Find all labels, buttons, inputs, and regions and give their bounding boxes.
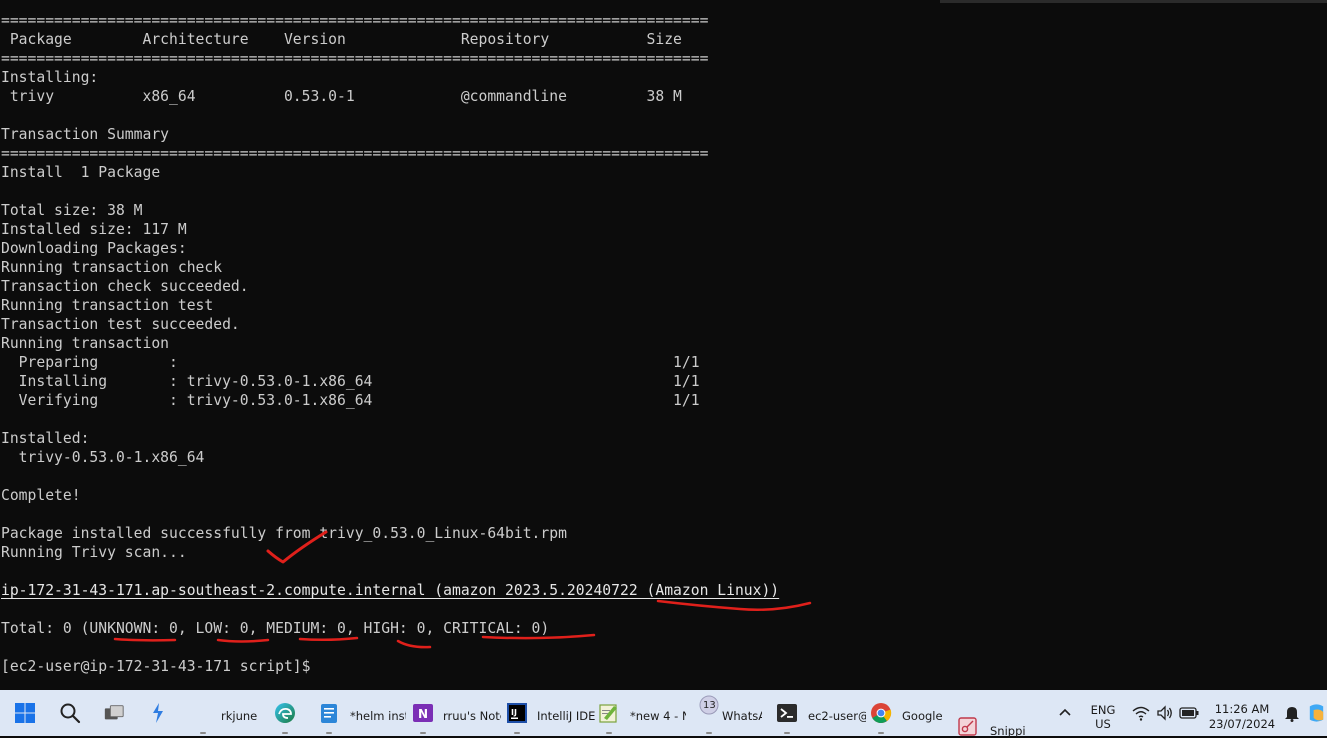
running-indicator <box>420 732 426 734</box>
running-indicator <box>606 732 612 734</box>
taskbar-app-whatsapp[interactable]: 13 WhatsA <box>692 690 764 736</box>
terminal-line: Verifying : trivy-0.53.0-1.x86_64 1/1 <box>1 392 700 409</box>
terminal-line: Package installed successfully from triv… <box>1 525 567 542</box>
bell-icon[interactable] <box>1281 702 1303 724</box>
terminal-line: Installing: <box>1 69 99 86</box>
annotation-hostname-underline <box>656 599 812 611</box>
terminal-line: Installed size: 117 M <box>1 221 187 238</box>
svg-text:IJ: IJ <box>511 708 517 717</box>
terminal-line: Running Trivy scan... <box>1 544 187 561</box>
taskbar-label: *helm insta <box>350 709 406 723</box>
copilot-icon[interactable] <box>147 702 169 724</box>
taskbar-label: rkjune <box>221 709 257 723</box>
language-indicator[interactable]: ENG US <box>1090 703 1116 731</box>
terminal-line: Total: 0 (UNKNOWN: 0, LOW: 0, MEDIUM: 0,… <box>1 620 550 637</box>
chrome-icon <box>870 702 892 724</box>
taskbar-label: rruu's Note <box>443 709 501 723</box>
annotation-high-underline <box>396 639 432 649</box>
clock[interactable]: 11:26 AM 23/07/2024 <box>1206 702 1278 732</box>
running-indicator <box>326 732 332 734</box>
taskbar-app-onenote[interactable]: N rruu's Note <box>410 690 502 736</box>
notepad-icon <box>318 702 340 724</box>
terminal-line: Transaction test succeeded. <box>1 316 240 333</box>
terminal-line: Package Architecture Version Repository … <box>1 31 682 48</box>
terminal-line: Installing : trivy-0.53.0-1.x86_64 1/1 <box>1 373 700 390</box>
badge-count: 13 <box>703 700 716 711</box>
running-indicator <box>282 732 288 734</box>
taskbar-app-notepadpp[interactable]: *new 4 - N <box>598 690 690 736</box>
annotation-medium-underline <box>298 636 359 642</box>
terminal-line: ========================================… <box>1 145 709 162</box>
date: 23/07/2024 <box>1208 717 1276 731</box>
terminal-line: Transaction check succeeded. <box>1 278 249 295</box>
taskbar-app-snipping-tool[interactable]: Snippi <box>955 690 1030 738</box>
taskbar: rkjune *helm insta <box>0 690 1327 738</box>
taskbar-app-chrome[interactable]: Google ( <box>868 690 948 736</box>
taskbar-label: IntelliJ IDE. <box>537 709 595 723</box>
terminal-line: Running transaction <box>1 335 170 352</box>
taskbar-label: WhatsA <box>722 709 762 723</box>
terminal-line: Running transaction check <box>1 259 223 276</box>
annotation-unknown-underline <box>113 637 177 642</box>
taskbar-label: Google ( <box>902 709 947 723</box>
terminal-line: Transaction Summary <box>1 126 170 143</box>
running-indicator <box>200 732 206 734</box>
snipping-tool-icon <box>957 716 979 738</box>
intellij-icon: IJ <box>506 702 528 724</box>
lang-bottom: US <box>1095 717 1111 731</box>
notepadpp-icon <box>598 702 620 724</box>
terminal-window[interactable]: ========================================… <box>0 0 1327 690</box>
running-indicator <box>706 732 712 734</box>
taskbar-app-intellij[interactable]: IJ IntelliJ IDE. <box>504 690 596 736</box>
running-indicator <box>514 732 520 734</box>
taskbar-label: ec2-user@ <box>808 709 866 723</box>
running-indicator <box>878 732 884 734</box>
lang-top: ENG <box>1090 703 1116 717</box>
copilot-app-icon[interactable] <box>1306 702 1327 724</box>
wifi-icon[interactable] <box>1130 702 1152 724</box>
running-indicator <box>784 732 790 734</box>
svg-text:N: N <box>418 707 428 721</box>
shell-prompt: [ec2-user@ip-172-31-43-171 script]$ <box>1 658 320 675</box>
volume-icon[interactable] <box>1154 702 1176 724</box>
terminal-line: Running transaction test <box>1 297 214 314</box>
terminal-line: Downloading Packages: <box>1 240 187 257</box>
time: 11:26 AM <box>1214 702 1270 716</box>
terminal-line: Complete! <box>1 487 81 504</box>
terminal-line: Install 1 Package <box>1 164 161 181</box>
terminal-line: ========================================… <box>1 50 709 67</box>
terminal-icon <box>776 702 798 724</box>
annotation-low-underline <box>216 638 270 643</box>
taskbar-app-terminal[interactable]: ec2-user@ <box>774 690 866 736</box>
edge-icon <box>274 702 296 724</box>
onenote-icon: N <box>412 702 434 724</box>
terminal-line: Total size: 38 M <box>1 202 143 219</box>
terminal-line: ========================================… <box>1 12 709 29</box>
terminal-line: trivy-0.53.0-1.x86_64 <box>1 449 205 466</box>
terminal-line: Preparing : 1/1 <box>1 354 700 371</box>
task-view-icon[interactable] <box>103 702 125 724</box>
taskbar-app-rkjune[interactable]: rkjune <box>188 690 258 736</box>
taskbar-label: *new 4 - N <box>630 709 686 723</box>
terminal-line: Installed: <box>1 430 90 447</box>
windows-start-icon[interactable] <box>14 702 36 724</box>
battery-icon[interactable] <box>1178 702 1200 724</box>
chevron-up-icon[interactable] <box>1054 702 1076 724</box>
taskbar-app-notepad[interactable]: *helm insta <box>312 690 408 736</box>
search-icon[interactable] <box>59 702 81 724</box>
terminal-line: ip-172-31-43-171.ap-southeast-2.compute.… <box>1 582 780 599</box>
terminal-line: trivy x86_64 0.53.0-1 @commandline 38 M <box>1 88 682 105</box>
window-edge <box>940 0 1327 3</box>
taskbar-app-edge[interactable] <box>262 690 308 736</box>
